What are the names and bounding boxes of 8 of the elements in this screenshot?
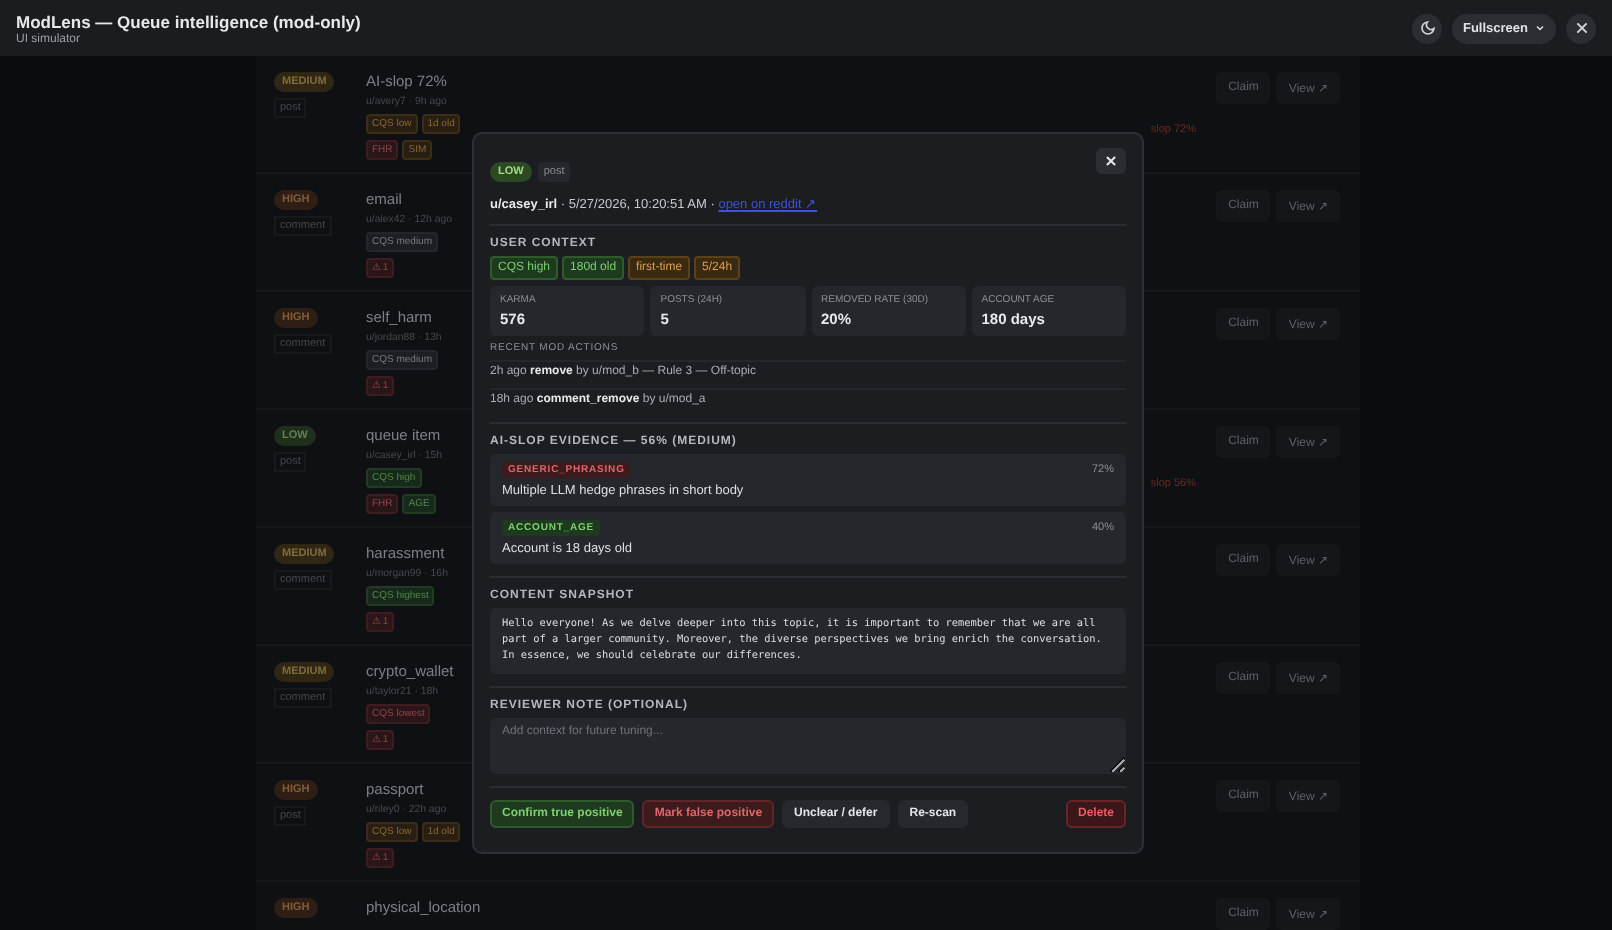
moon-icon (1419, 20, 1436, 36)
theme-toggle-button[interactable] (1412, 13, 1443, 43)
close-button[interactable] (1566, 13, 1596, 43)
close-button[interactable] (1096, 148, 1126, 174)
close-icon (1573, 20, 1589, 36)
chevron-down-icon (1534, 22, 1546, 34)
app-title: ModLens — Queue intelligence (mod-only) (16, 11, 361, 31)
close-icon (1104, 154, 1118, 168)
